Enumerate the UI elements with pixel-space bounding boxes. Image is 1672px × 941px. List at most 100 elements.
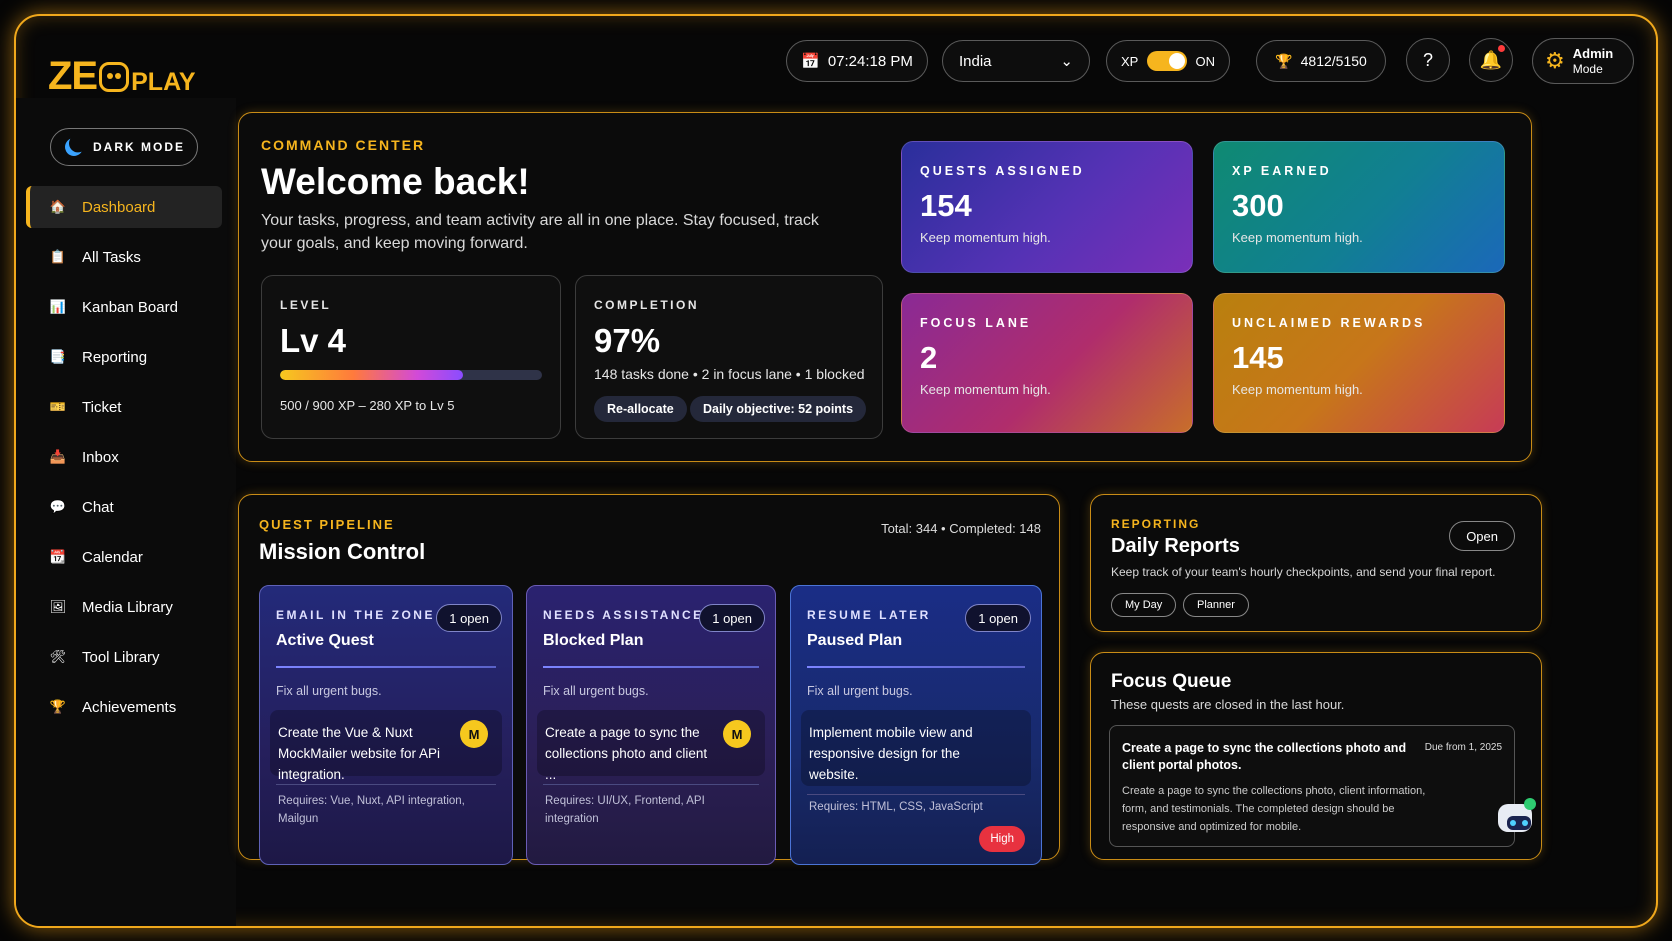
reporting-title: Daily Reports	[1111, 535, 1240, 557]
ticket-icon: 🎫	[49, 399, 67, 414]
stat-label: FOCUS LANE	[920, 316, 1032, 330]
admin-title: Admin	[1572, 46, 1614, 61]
admin-mode-button[interactable]: ⚙ Admin Mode	[1532, 38, 1634, 84]
moon-icon	[62, 135, 85, 158]
focus-queue-item[interactable]: Create a page to sync the collections ph…	[1109, 725, 1515, 847]
inbox-icon: 📥	[49, 449, 67, 464]
level-detail: 500 / 900 XP – 280 XP to Lv 5	[280, 398, 455, 413]
priority-badge: High	[979, 826, 1025, 852]
zeplay-logo[interactable]: ZE PLAY	[48, 36, 196, 96]
open-count-badge[interactable]: 1 open	[965, 604, 1031, 632]
sidebar-item-label: Kanban Board	[82, 298, 178, 316]
column-fix: Fix all urgent bugs.	[276, 684, 382, 698]
sidebar-item-all-tasks[interactable]: 📋 All Tasks	[26, 236, 222, 278]
quest-column-paused[interactable]: RESUME LATER Paused Plan 1 open Fix all …	[790, 585, 1042, 865]
stat-label: XP EARNED	[1232, 164, 1332, 178]
my-day-tag[interactable]: My Day	[1111, 593, 1177, 617]
xp-label: XP	[1121, 53, 1139, 69]
trophy-icon: 🏆	[1275, 52, 1293, 69]
sidebar-item-media-library[interactable]: 🖼 Media Library	[26, 586, 222, 628]
level-progress-bar	[280, 370, 542, 380]
daily-objective-chip[interactable]: Daily objective: 52 points	[690, 396, 867, 422]
logo-ze: ZE	[48, 54, 98, 98]
stat-value: 300	[1232, 188, 1284, 223]
help-button[interactable]: ?	[1406, 38, 1450, 82]
task-card[interactable]: Create a page to sync the collections ph…	[537, 710, 765, 782]
sidebar-item-label: Achievements	[82, 698, 177, 716]
notification-dot	[1498, 45, 1505, 52]
completion-value: 97%	[594, 322, 661, 359]
xp-toggle[interactable]	[1146, 51, 1187, 71]
xp-toggle-pill: XP ON	[1106, 40, 1230, 82]
stat-note: Keep momentum high.	[1232, 382, 1363, 397]
open-count-badge[interactable]: 1 open	[699, 604, 765, 632]
clock-pill: 📅 07:24:18 PM	[786, 40, 928, 82]
open-reports-button[interactable]: Open	[1449, 521, 1515, 551]
question-icon: ?	[1422, 49, 1433, 70]
completion-card: COMPLETION 97% 148 tasks done • 2 in foc…	[575, 275, 883, 439]
sidebar-item-ticket[interactable]: 🎫 Ticket	[26, 386, 222, 428]
sidebar-item-label: Dashboard	[82, 198, 156, 216]
focus-item-due: Due from 1, 2025	[1424, 742, 1502, 753]
column-name: Active Quest	[276, 632, 374, 649]
planner-tag[interactable]: Planner	[1183, 593, 1249, 617]
task-card[interactable]: Create the Vue & Nuxt MockMailer website…	[270, 710, 502, 782]
sidebar-item-label: All Tasks	[82, 248, 141, 266]
image-icon: 🖼	[49, 599, 67, 614]
stat-xp-earned[interactable]: XP EARNED 300 Keep momentum high.	[1213, 141, 1505, 273]
quest-column-blocked[interactable]: NEEDS ASSISTANCE Blocked Plan 1 open Fix…	[526, 585, 776, 865]
avatar: M	[723, 720, 751, 748]
task-title: Implement mobile view and responsive des…	[809, 725, 973, 782]
task-card[interactable]: Implement mobile view and responsive des…	[801, 710, 1031, 786]
quest-column-active[interactable]: EMAIL IN THE ZONE Active Quest 1 open Fi…	[259, 585, 513, 865]
command-center-kicker: COMMAND CENTER	[261, 137, 426, 153]
reallocate-button[interactable]: Re-allocate	[594, 396, 687, 422]
reporting-kicker: REPORTING	[1111, 517, 1201, 531]
xp-state: ON	[1195, 53, 1216, 69]
stat-unclaimed-rewards[interactable]: UNCLAIMED REWARDS 145 Keep momentum high…	[1213, 293, 1505, 433]
sidebar-item-reporting[interactable]: 📑 Reporting	[26, 336, 222, 378]
admin-text: Admin Mode	[1573, 46, 1613, 76]
stat-quests-assigned[interactable]: QUESTS ASSIGNED 154 Keep momentum high.	[901, 141, 1193, 273]
sidebar-item-label: Inbox	[82, 448, 119, 466]
task-requirements: Requires: UI/UX, Frontend, API integrati…	[545, 795, 705, 825]
stat-focus-lane[interactable]: FOCUS LANE 2 Keep momentum high.	[901, 293, 1193, 433]
sidebar-item-tool-library[interactable]: 🛠 Tool Library	[26, 636, 222, 678]
chevron-down-icon: ⌄	[1060, 53, 1073, 70]
stat-value: 154	[920, 188, 972, 223]
column-divider	[543, 666, 759, 668]
sidebar-item-achievements[interactable]: 🏆 Achievements	[26, 686, 222, 728]
column-name: Paused Plan	[807, 632, 903, 649]
task-requirements: Requires: Vue, Nuxt, API integration, Ma…	[278, 795, 465, 825]
assistant-bot-icon[interactable]	[1494, 798, 1536, 840]
notifications-button[interactable]: 🔔	[1469, 38, 1513, 82]
chat-icon: 💬	[49, 499, 67, 514]
admin-sub: Mode	[1572, 61, 1603, 76]
column-name: Blocked Plan	[543, 632, 644, 649]
focus-item-body: Create a page to sync the collections ph…	[1122, 785, 1426, 833]
level-card: LEVEL Lv 4 500 / 900 XP – 280 XP to Lv 5	[261, 275, 561, 439]
sidebar-item-chat[interactable]: 💬 Chat	[26, 486, 222, 528]
sidebar-item-kanban-board[interactable]: 📊 Kanban Board	[26, 286, 222, 328]
clock-time: 07:24:18 PM	[827, 52, 913, 70]
stat-value: 145	[1232, 340, 1284, 375]
trophy-score: 4812/5150	[1300, 53, 1367, 69]
stat-note: Keep momentum high.	[1232, 230, 1363, 245]
level-value: Lv 4	[280, 322, 347, 359]
task-divider	[276, 784, 496, 785]
stat-note: Keep momentum high.	[920, 230, 1051, 245]
trophy-score-pill[interactable]: 🏆 4812/5150	[1256, 40, 1386, 82]
sidebar-item-inbox[interactable]: 📥 Inbox	[26, 436, 222, 478]
report-icon: 📑	[49, 349, 67, 364]
country-select[interactable]: India ⌄	[942, 40, 1090, 82]
column-divider	[807, 666, 1025, 668]
focus-queue-panel: Focus Queue These quests are closed in t…	[1090, 652, 1542, 860]
stat-label: UNCLAIMED REWARDS	[1232, 316, 1426, 330]
stat-label: QUESTS ASSIGNED	[920, 164, 1085, 178]
avatar: M	[460, 720, 488, 748]
sidebar-item-label: Tool Library	[82, 648, 160, 666]
dark-mode-toggle[interactable]: DARK MODE	[50, 128, 198, 166]
sidebar-item-dashboard[interactable]: 🏠 Dashboard	[26, 186, 222, 228]
open-count-badge[interactable]: 1 open	[436, 604, 502, 632]
sidebar-item-calendar[interactable]: 📆 Calendar	[26, 536, 222, 578]
